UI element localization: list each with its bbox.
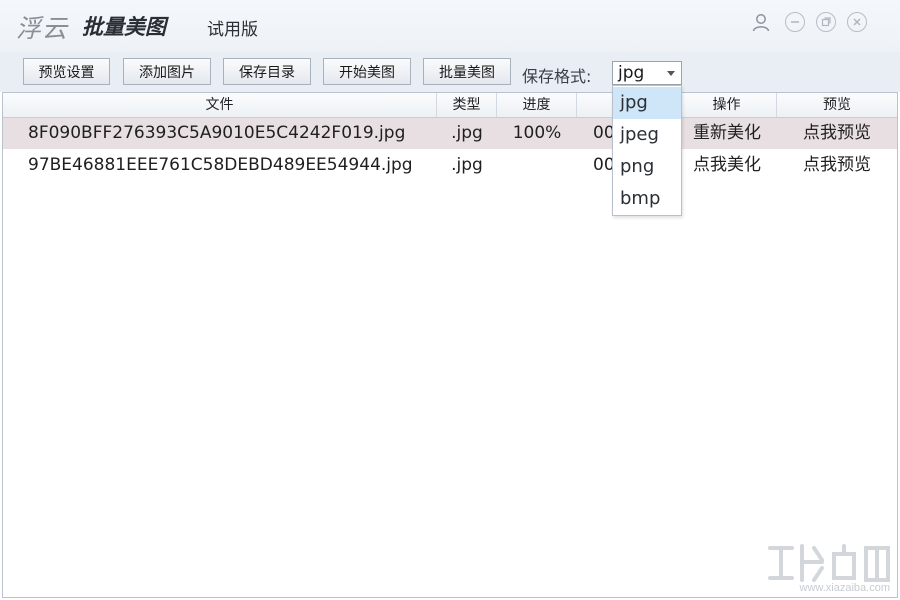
- format-option-png[interactable]: png: [613, 151, 681, 183]
- user-icon[interactable]: [750, 11, 772, 33]
- save-format-select[interactable]: jpg: [612, 61, 682, 85]
- format-option-jpg[interactable]: jpg: [613, 87, 681, 119]
- watermark: www.xiazaiba.com: [762, 540, 896, 596]
- rebeautify-link[interactable]: 重新美化: [677, 118, 777, 149]
- file-type-cell: .jpg: [451, 155, 483, 175]
- add-image-button[interactable]: 添加图片: [123, 58, 211, 85]
- file-type-cell: .jpg: [451, 123, 483, 143]
- save-format-label: 保存格式:: [522, 67, 592, 86]
- brand-logo-text: 浮云: [16, 14, 69, 43]
- preview-link[interactable]: 点我预览: [777, 118, 897, 149]
- column-header-type[interactable]: 类型: [437, 93, 497, 117]
- beautify-link[interactable]: 点我美化: [677, 150, 777, 181]
- preview-settings-button[interactable]: 预览设置: [23, 58, 110, 85]
- edition-label: 试用版: [207, 20, 258, 40]
- close-icon[interactable]: [846, 11, 868, 33]
- format-dropdown-list: jpg jpeg png bmp: [612, 85, 682, 216]
- minimize-icon[interactable]: [784, 11, 806, 33]
- progress-cell: 100%: [512, 123, 562, 143]
- format-option-bmp[interactable]: bmp: [613, 183, 681, 215]
- column-header-action[interactable]: 操作: [677, 93, 777, 117]
- save-format-value: jpg: [618, 63, 645, 83]
- table-row[interactable]: 97BE46881EEE761C58DEBD489EE54944.jpg .jp…: [3, 150, 897, 181]
- save-directory-button[interactable]: 保存目录: [223, 58, 311, 85]
- column-header-file[interactable]: 文件: [3, 93, 437, 117]
- app-name: 批量美图: [82, 15, 166, 39]
- file-name-cell: 8F090BFF276393C5A9010E5C4242F019.jpg: [28, 123, 406, 143]
- toolbar: 预览设置 添加图片 保存目录 开始美图 批量美图 保存格式:: [0, 52, 900, 92]
- preview-link[interactable]: 点我预览: [777, 150, 897, 181]
- title-bar: 浮云 批量美图 试用版: [0, 0, 900, 53]
- file-table: 文件 类型 进度 用 操作 预览 8F090BFF276393C5A9010E5…: [2, 92, 898, 598]
- table-header: 文件 类型 进度 用 操作 预览: [3, 93, 897, 118]
- watermark-logo-icon: [768, 544, 890, 582]
- format-option-jpeg[interactable]: jpeg: [613, 119, 681, 151]
- chevron-down-icon: [667, 71, 675, 76]
- table-row[interactable]: 8F090BFF276393C5A9010E5C4242F019.jpg .jp…: [3, 118, 897, 149]
- file-name-cell: 97BE46881EEE761C58DEBD489EE54944.jpg: [28, 155, 413, 175]
- column-header-preview[interactable]: 预览: [777, 93, 897, 117]
- watermark-url: www.xiazaiba.com: [799, 582, 890, 594]
- column-header-progress[interactable]: 进度: [497, 93, 577, 117]
- start-beautify-button[interactable]: 开始美图: [323, 58, 411, 85]
- progress-cell: [497, 150, 577, 181]
- restore-icon[interactable]: [815, 11, 837, 33]
- batch-beautify-button[interactable]: 批量美图: [423, 58, 511, 85]
